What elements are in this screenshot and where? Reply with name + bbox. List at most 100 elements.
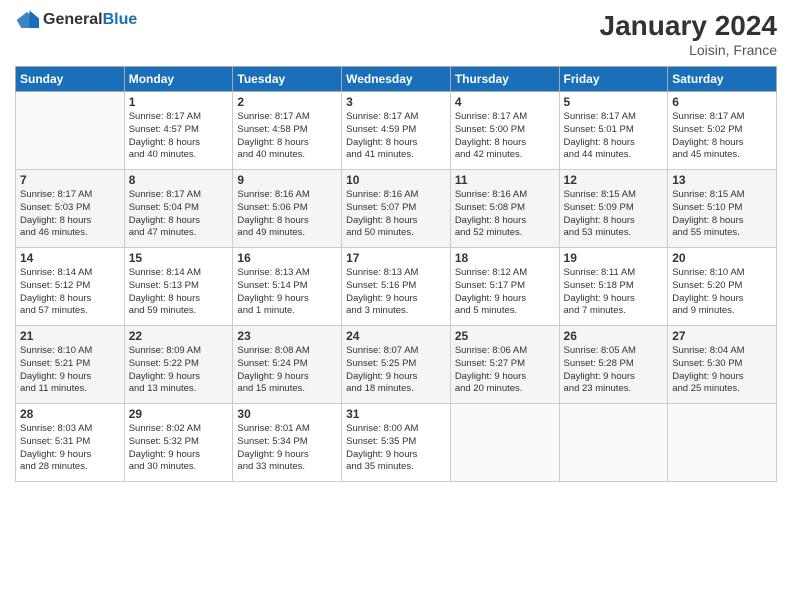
day-detail: Sunrise: 8:10 AM [672, 267, 772, 280]
day-detail: Sunrise: 8:03 AM [20, 423, 120, 436]
header-area: GeneralBlue January 2024 Loisin, France [15, 10, 777, 58]
day-detail: Daylight: 9 hours [455, 371, 555, 384]
day-detail: Daylight: 8 hours [346, 137, 446, 150]
day-cell [559, 404, 668, 482]
day-detail: and 28 minutes. [20, 461, 120, 474]
day-info: Sunrise: 8:17 AMSunset: 5:01 PMDaylight:… [564, 111, 664, 162]
day-detail: Daylight: 9 hours [346, 293, 446, 306]
day-detail: Sunset: 5:24 PM [237, 358, 337, 371]
logo: GeneralBlue [15, 10, 137, 30]
day-detail: and 18 minutes. [346, 383, 446, 396]
day-detail: Daylight: 8 hours [129, 137, 229, 150]
day-detail: and 49 minutes. [237, 227, 337, 240]
day-detail: Daylight: 9 hours [237, 293, 337, 306]
day-cell: 28Sunrise: 8:03 AMSunset: 5:31 PMDayligh… [16, 404, 125, 482]
day-info: Sunrise: 8:17 AMSunset: 4:59 PMDaylight:… [346, 111, 446, 162]
day-number: 18 [455, 251, 555, 265]
day-number: 4 [455, 95, 555, 109]
day-detail: and 25 minutes. [672, 383, 772, 396]
day-number: 5 [564, 95, 664, 109]
day-cell: 5 Sunrise: 8:17 AMSunset: 5:01 PMDaylight… [559, 92, 668, 170]
day-info: Sunrise: 8:16 AMSunset: 5:07 PMDaylight:… [346, 189, 446, 240]
day-number: 26 [564, 329, 664, 343]
day-info: Sunrise: 8:06 AMSunset: 5:27 PMDaylight:… [455, 345, 555, 396]
day-detail: and 23 minutes. [564, 383, 664, 396]
day-detail: Daylight: 8 hours [455, 215, 555, 228]
day-detail: Daylight: 9 hours [20, 449, 120, 462]
day-detail: Sunset: 5:13 PM [129, 280, 229, 293]
day-info: Sunrise: 8:17 AMSunset: 5:04 PMDaylight:… [129, 189, 229, 240]
week-row-3: 14Sunrise: 8:14 AMSunset: 5:12 PMDayligh… [16, 248, 777, 326]
day-cell [450, 404, 559, 482]
day-number: 14 [20, 251, 120, 265]
day-detail: Sunset: 5:12 PM [20, 280, 120, 293]
day-detail: Daylight: 9 hours [672, 293, 772, 306]
calendar-subtitle: Loisin, France [600, 42, 777, 58]
day-detail: Daylight: 8 hours [20, 293, 120, 306]
col-header-tuesday: Tuesday [233, 67, 342, 92]
day-detail: and 1 minute. [237, 305, 337, 318]
day-info: Sunrise: 8:04 AMSunset: 5:30 PMDaylight:… [672, 345, 772, 396]
day-number: 12 [564, 173, 664, 187]
day-cell: 27Sunrise: 8:04 AMSunset: 5:30 PMDayligh… [668, 326, 777, 404]
day-info: Sunrise: 8:14 AMSunset: 5:13 PMDaylight:… [129, 267, 229, 318]
day-detail: Sunrise: 8:13 AM [346, 267, 446, 280]
day-cell: 22 Sunrise: 8:09 AMSunset: 5:22 PMDayligh… [124, 326, 233, 404]
day-number: 16 [237, 251, 337, 265]
day-detail: Sunrise: 8:17 AM [455, 111, 555, 124]
day-detail: Sunrise: 8:15 AM [564, 189, 664, 202]
day-detail: and 46 minutes. [20, 227, 120, 240]
day-number: 21 [20, 329, 120, 343]
day-number: 11 [455, 173, 555, 187]
day-detail: Daylight: 8 hours [455, 137, 555, 150]
day-number: 25 [455, 329, 555, 343]
day-detail: and 44 minutes. [564, 149, 664, 162]
day-cell: 21 Sunrise: 8:10 AMSunset: 5:21 PMDayligh… [16, 326, 125, 404]
day-number: 10 [346, 173, 446, 187]
calendar-table: SundayMondayTuesdayWednesdayThursdayFrid… [15, 66, 777, 482]
day-detail: and 7 minutes. [564, 305, 664, 318]
week-row-2: 7Sunrise: 8:17 AMSunset: 5:03 PMDaylight… [16, 170, 777, 248]
day-detail: Sunset: 5:17 PM [455, 280, 555, 293]
day-detail: and 53 minutes. [564, 227, 664, 240]
day-info: Sunrise: 8:12 AMSunset: 5:17 PMDaylight:… [455, 267, 555, 318]
day-detail: Sunset: 5:10 PM [672, 202, 772, 215]
day-number: 22 [129, 329, 229, 343]
day-detail: Daylight: 9 hours [346, 449, 446, 462]
day-cell: 15Sunrise: 8:14 AMSunset: 5:13 PMDayligh… [124, 248, 233, 326]
col-header-thursday: Thursday [450, 67, 559, 92]
day-number: 29 [129, 407, 229, 421]
day-detail: Sunrise: 8:12 AM [455, 267, 555, 280]
day-detail: Sunset: 5:34 PM [237, 436, 337, 449]
day-detail: Sunrise: 8:16 AM [455, 189, 555, 202]
title-area: January 2024 Loisin, France [600, 10, 777, 58]
day-cell: 31Sunrise: 8:00 AMSunset: 5:35 PMDayligh… [342, 404, 451, 482]
day-detail: and 30 minutes. [129, 461, 229, 474]
day-number: 2 [237, 95, 337, 109]
day-detail: Sunrise: 8:10 AM [20, 345, 120, 358]
day-detail: and 57 minutes. [20, 305, 120, 318]
day-detail: Sunrise: 8:00 AM [346, 423, 446, 436]
day-cell: 24 Sunrise: 8:07 AMSunset: 5:25 PMDayligh… [342, 326, 451, 404]
day-detail: Daylight: 8 hours [129, 293, 229, 306]
day-number: 24 [346, 329, 446, 343]
day-detail: Sunrise: 8:06 AM [455, 345, 555, 358]
day-info: Sunrise: 8:09 AMSunset: 5:22 PMDaylight:… [129, 345, 229, 396]
day-info: Sunrise: 8:10 AMSunset: 5:21 PMDaylight:… [20, 345, 120, 396]
day-detail: Sunset: 5:31 PM [20, 436, 120, 449]
day-number: 9 [237, 173, 337, 187]
day-cell: 30Sunrise: 8:01 AMSunset: 5:34 PMDayligh… [233, 404, 342, 482]
day-info: Sunrise: 8:05 AMSunset: 5:28 PMDaylight:… [564, 345, 664, 396]
day-info: Sunrise: 8:17 AMSunset: 5:03 PMDaylight:… [20, 189, 120, 240]
day-detail: Sunrise: 8:17 AM [20, 189, 120, 202]
day-detail: Sunset: 5:21 PM [20, 358, 120, 371]
day-info: Sunrise: 8:11 AMSunset: 5:18 PMDaylight:… [564, 267, 664, 318]
day-detail: Sunset: 5:07 PM [346, 202, 446, 215]
day-detail: and 40 minutes. [129, 149, 229, 162]
day-detail: Sunrise: 8:17 AM [129, 111, 229, 124]
day-info: Sunrise: 8:15 AMSunset: 5:09 PMDaylight:… [564, 189, 664, 240]
day-info: Sunrise: 8:07 AMSunset: 5:25 PMDaylight:… [346, 345, 446, 396]
day-cell: 9Sunrise: 8:16 AMSunset: 5:06 PMDaylight… [233, 170, 342, 248]
logo-icon [15, 10, 39, 30]
day-info: Sunrise: 8:10 AMSunset: 5:20 PMDaylight:… [672, 267, 772, 318]
